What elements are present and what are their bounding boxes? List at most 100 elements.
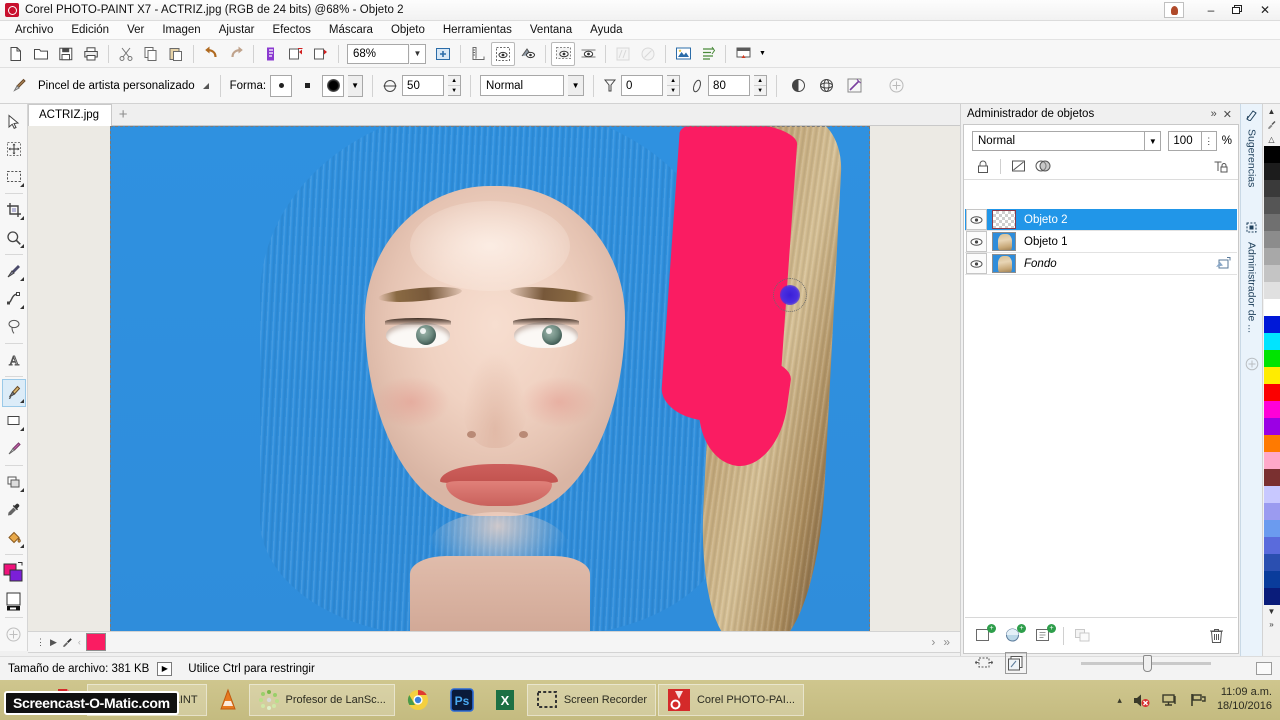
new-object-from-selection-button[interactable]: + — [1033, 623, 1056, 647]
add-tool[interactable] — [2, 620, 26, 648]
tab-actriz-jpg[interactable]: ACTRIZ.jpg — [28, 104, 113, 126]
menu-ayuda[interactable]: Ayuda — [581, 22, 631, 38]
table-row[interactable]: Fondo — [965, 253, 1237, 275]
brush-size-stepper[interactable]: ▲ ▼ — [448, 75, 462, 96]
opacity-input[interactable]: 100 — [1168, 131, 1201, 151]
palette-expand-icon[interactable]: » — [1269, 618, 1273, 631]
application-launcher-icon[interactable] — [731, 42, 755, 66]
fullscreen-preview-icon[interactable] — [431, 42, 455, 66]
paper-color[interactable] — [2, 589, 26, 615]
paste-icon[interactable] — [164, 42, 188, 66]
nav-prev-chevron-icon[interactable]: ‹ — [78, 637, 81, 647]
layer-thumbnail[interactable] — [992, 210, 1016, 229]
palette-swatch[interactable] — [1263, 520, 1280, 537]
flyout-arrow[interactable] — [19, 427, 24, 431]
redo-icon[interactable] — [224, 42, 248, 66]
current-color-swatch[interactable] — [85, 633, 106, 651]
visibility-toggle-icon[interactable] — [966, 231, 987, 252]
table-row[interactable]: Objeto 2 — [965, 209, 1237, 231]
tool-flyout-arrow[interactable] — [201, 81, 211, 91]
rectangle-tool[interactable] — [2, 407, 26, 435]
palette-swatch[interactable] — [1263, 231, 1280, 248]
taskbar-photoshop-icon[interactable]: Ps — [441, 684, 483, 716]
palette-swatch[interactable] — [1263, 571, 1280, 588]
shape-square-button[interactable] — [296, 75, 318, 97]
docker-close-icon[interactable]: ✕ — [1223, 108, 1232, 121]
combine-objects-button[interactable] — [1072, 625, 1094, 647]
mask-overlay-icon[interactable] — [491, 41, 515, 66]
object-pick-tool[interactable] — [2, 135, 26, 163]
flyout-arrow[interactable] — [19, 216, 24, 220]
chevron-down-icon[interactable]: ▼ — [410, 43, 426, 64]
opacity-stepper[interactable]: ⋮ — [1200, 131, 1217, 151]
sidebar-item-sugerencias[interactable]: Sugerencias — [1244, 123, 1260, 193]
print-icon[interactable] — [79, 42, 103, 66]
maximize-button[interactable] — [1224, 0, 1250, 21]
visibility-toggle-icon[interactable] — [966, 253, 987, 274]
zoom-level-input[interactable]: 68% — [347, 43, 409, 64]
shape-round-button[interactable] — [270, 74, 293, 97]
palette-swatch[interactable] — [1263, 418, 1280, 435]
taskbar-lanschool[interactable]: Profesor de LanSc... — [248, 684, 395, 716]
eyedropper-tool[interactable] — [2, 496, 26, 524]
menu-herramientas[interactable]: Herramientas — [434, 22, 521, 38]
palette-swatch[interactable] — [1263, 588, 1280, 605]
flyout-arrow[interactable] — [19, 305, 24, 309]
palette-swatch[interactable] — [1263, 299, 1280, 316]
palette-swatch[interactable] — [1263, 180, 1280, 197]
sidebar-item-administrador[interactable]: Administrador de ... — [1244, 236, 1260, 339]
feather-stepper[interactable]: ▲ ▼ — [754, 75, 768, 96]
export-icon[interactable] — [309, 42, 333, 66]
delete-object-button[interactable] — [1205, 625, 1227, 647]
flyout-arrow[interactable] — [19, 183, 24, 187]
palette-swatch[interactable] — [1263, 265, 1280, 282]
copy-icon[interactable] — [139, 42, 163, 66]
tray-expand-icon[interactable]: ▴ — [1117, 695, 1122, 706]
palette-swatch[interactable] — [1263, 486, 1280, 503]
palette-scroll-up-icon[interactable]: ▲ — [1268, 104, 1276, 118]
import-icon[interactable] — [284, 42, 308, 66]
taskbar-corel-photopaint[interactable]: Corel PHOTO-PAI... — [657, 684, 804, 716]
add-more-icon[interactable] — [884, 74, 908, 98]
merge-mode-chevron-down-icon[interactable]: ▼ — [568, 75, 585, 96]
flyout-arrow[interactable] — [19, 277, 24, 281]
launcher-chevron-down-icon[interactable]: ▼ — [756, 42, 769, 66]
nib-properties-icon[interactable] — [786, 74, 810, 98]
docker-zoom-slider[interactable] — [1081, 654, 1211, 672]
edit-mask-icon[interactable] — [1007, 156, 1029, 176]
effect-tool[interactable] — [2, 435, 26, 463]
palette-swatch[interactable] — [1263, 146, 1280, 163]
correction-icon[interactable] — [696, 42, 720, 66]
table-row[interactable]: Objeto 1 — [965, 231, 1237, 253]
layer-name[interactable]: Fondo — [1024, 258, 1057, 270]
clone-tool[interactable] — [2, 468, 26, 496]
palette-swatch[interactable] — [1263, 350, 1280, 367]
image-composite[interactable] — [110, 126, 870, 631]
docker-collapse-icon[interactable]: » — [1211, 108, 1217, 121]
cut-icon[interactable] — [114, 42, 138, 66]
new-object-button[interactable]: + — [973, 623, 996, 647]
palette-swatch[interactable] — [1263, 503, 1280, 520]
publish-pdf-icon[interactable] — [259, 42, 283, 66]
menu-ajustar[interactable]: Ajustar — [210, 22, 264, 38]
palette-swatch[interactable] — [1263, 554, 1280, 571]
plus-circle-icon[interactable] — [1245, 357, 1259, 371]
layer-name[interactable]: Objeto 2 — [1024, 214, 1067, 226]
flag-icon[interactable] — [1189, 692, 1207, 708]
color-proof-icon[interactable] — [1256, 662, 1272, 675]
nav-end-icon[interactable]: » — [943, 635, 950, 649]
palette-swatch[interactable] — [1263, 367, 1280, 384]
lock-transparency-icon[interactable] — [972, 156, 994, 176]
blend-mode-chevron-down-icon[interactable]: ▼ — [1145, 131, 1162, 151]
status-play-button[interactable]: ▶ — [157, 661, 173, 676]
new-icon[interactable] — [4, 42, 28, 66]
palette-swatch[interactable] — [1263, 469, 1280, 486]
menu-ventana[interactable]: Ventana — [521, 22, 581, 38]
palette-swatch[interactable] — [1263, 333, 1280, 350]
paint-tool[interactable] — [1, 379, 26, 407]
palette-swatch-list[interactable] — [1263, 146, 1280, 605]
menu-imagen[interactable]: Imagen — [153, 22, 209, 38]
undo-icon[interactable] — [199, 42, 223, 66]
lock-all-icon[interactable] — [1210, 156, 1232, 176]
mask-overlay-toggle-icon[interactable] — [1032, 156, 1054, 176]
